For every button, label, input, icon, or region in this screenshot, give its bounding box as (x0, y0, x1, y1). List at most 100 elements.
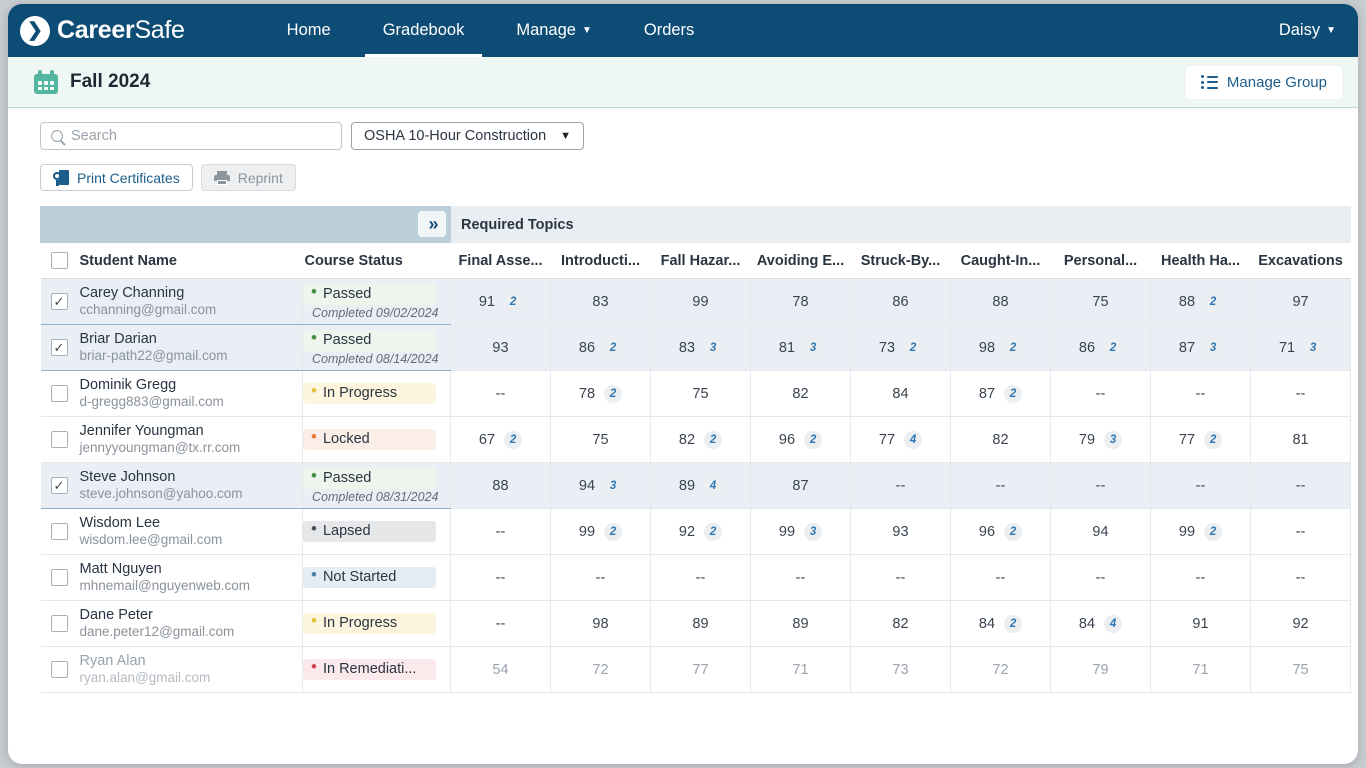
cell-score[interactable]: 75 (551, 417, 651, 463)
cell-score[interactable]: 713 (1251, 325, 1351, 371)
row-checkbox[interactable] (51, 569, 68, 586)
cell-score[interactable]: 81 (1251, 417, 1351, 463)
cell-score[interactable]: 82 (851, 601, 951, 647)
cell-score[interactable]: 772 (1151, 417, 1251, 463)
cell-score[interactable]: -- (1251, 463, 1351, 509)
header-topic-5[interactable]: Caught-In... (951, 243, 1051, 279)
cell-score[interactable]: -- (451, 509, 551, 555)
header-topic-6[interactable]: Personal... (1051, 243, 1151, 279)
search-box[interactable] (40, 122, 342, 150)
cell-score[interactable]: -- (451, 601, 551, 647)
row-checkbox[interactable] (51, 661, 68, 678)
cell-score[interactable]: 72 (551, 647, 651, 693)
header-topic-1[interactable]: Introducti... (551, 243, 651, 279)
cell-score[interactable]: -- (951, 463, 1051, 509)
cell-score[interactable]: -- (1051, 371, 1151, 417)
nav-item-gradebook[interactable]: Gradebook (357, 4, 491, 57)
header-topic-3[interactable]: Avoiding E... (751, 243, 851, 279)
cell-score[interactable]: 71 (1151, 647, 1251, 693)
select-all-checkbox[interactable] (51, 252, 68, 269)
cell-score[interactable]: 75 (1051, 279, 1151, 325)
cell-score[interactable]: 75 (1251, 647, 1351, 693)
gradebook-table-container[interactable]: » Required Topics Student Name Course St… (8, 206, 1358, 706)
cell-score[interactable]: 84 (851, 371, 951, 417)
cell-score[interactable]: 782 (551, 371, 651, 417)
manage-group-button[interactable]: Manage Group (1186, 66, 1342, 99)
cell-score[interactable]: -- (1051, 463, 1151, 509)
cell-score[interactable]: 86 (851, 279, 951, 325)
row-checkbox[interactable] (51, 523, 68, 540)
cell-score[interactable]: 862 (1051, 325, 1151, 371)
cell-score[interactable]: 872 (951, 371, 1051, 417)
cell-score[interactable]: 92 (1251, 601, 1351, 647)
cell-score[interactable]: -- (1151, 555, 1251, 601)
cell-score[interactable]: 77 (651, 647, 751, 693)
table-row[interactable]: Ryan Alanryan.alan@gmail.com•In Remediat… (41, 647, 1351, 693)
cell-score[interactable]: 943 (551, 463, 651, 509)
header-topic-0[interactable]: Final Asse... (451, 243, 551, 279)
cell-score[interactable]: -- (951, 555, 1051, 601)
cell-score[interactable]: 992 (1151, 509, 1251, 555)
cell-score[interactable]: 822 (651, 417, 751, 463)
table-row[interactable]: Dominik Greggd-gregg883@gmail.com•In Pro… (41, 371, 1351, 417)
header-topic-7[interactable]: Health Ha... (1151, 243, 1251, 279)
cell-score[interactable]: -- (451, 371, 551, 417)
cell-score[interactable]: 992 (551, 509, 651, 555)
cell-score[interactable]: -- (851, 555, 951, 601)
cell-score[interactable]: 71 (751, 647, 851, 693)
nav-item-home[interactable]: Home (261, 4, 357, 57)
row-checkbox[interactable] (51, 615, 68, 632)
cell-score[interactable]: 87 (751, 463, 851, 509)
cell-score[interactable]: 993 (751, 509, 851, 555)
reprint-button[interactable]: Reprint (201, 164, 296, 191)
cell-score[interactable]: 813 (751, 325, 851, 371)
cell-score[interactable]: 75 (651, 371, 751, 417)
cell-score[interactable]: 962 (951, 509, 1051, 555)
cell-score[interactable]: 54 (451, 647, 551, 693)
header-course-status[interactable]: Course Status (303, 243, 451, 279)
header-topic-8[interactable]: Excavations (1251, 243, 1351, 279)
nav-item-manage[interactable]: Manage ▼ (490, 4, 618, 57)
expand-columns-button[interactable]: » (418, 211, 446, 237)
cell-score[interactable]: 93 (851, 509, 951, 555)
cell-score[interactable]: -- (551, 555, 651, 601)
cell-score[interactable]: 962 (751, 417, 851, 463)
cell-score[interactable]: 88 (951, 279, 1051, 325)
cell-score[interactable]: 98 (551, 601, 651, 647)
header-student-name[interactable]: Student Name (41, 243, 303, 279)
row-checkbox[interactable]: ✓ (51, 477, 68, 494)
row-checkbox[interactable]: ✓ (51, 339, 68, 356)
cell-score[interactable]: 894 (651, 463, 751, 509)
cell-score[interactable]: 842 (951, 601, 1051, 647)
header-topic-4[interactable]: Struck-By... (851, 243, 951, 279)
cell-score[interactable]: -- (1151, 371, 1251, 417)
cell-score[interactable]: 793 (1051, 417, 1151, 463)
cell-score[interactable]: 83 (551, 279, 651, 325)
cell-score[interactable]: 833 (651, 325, 751, 371)
cell-score[interactable]: 94 (1051, 509, 1151, 555)
table-row[interactable]: Jennifer Youngmanjennyyoungman@tx.rr.com… (41, 417, 1351, 463)
row-checkbox[interactable] (51, 431, 68, 448)
cell-score[interactable]: 78 (751, 279, 851, 325)
cell-score[interactable]: 89 (751, 601, 851, 647)
table-row[interactable]: ✓Steve Johnsonsteve.johnson@yahoo.com•Pa… (41, 463, 1351, 509)
table-row[interactable]: Wisdom Leewisdom.lee@gmail.com•Lapsed--9… (41, 509, 1351, 555)
table-row[interactable]: Matt Nguyenmhnemail@nguyenweb.com•Not St… (41, 555, 1351, 601)
cell-score[interactable]: -- (451, 555, 551, 601)
cell-score[interactable]: 93 (451, 325, 551, 371)
cell-score[interactable]: 99 (651, 279, 751, 325)
course-select[interactable]: OSHA 10-Hour Construction ▼ (351, 122, 584, 150)
row-checkbox[interactable]: ✓ (51, 293, 68, 310)
cell-score[interactable]: 862 (551, 325, 651, 371)
cell-score[interactable]: -- (751, 555, 851, 601)
cell-score[interactable]: -- (851, 463, 951, 509)
cell-score[interactable]: 922 (651, 509, 751, 555)
cell-score[interactable]: 882 (1151, 279, 1251, 325)
cell-score[interactable]: 844 (1051, 601, 1151, 647)
row-checkbox[interactable] (51, 385, 68, 402)
cell-score[interactable]: -- (1051, 555, 1151, 601)
cell-score[interactable]: 88 (451, 463, 551, 509)
cell-score[interactable]: 73 (851, 647, 951, 693)
cell-score[interactable]: 82 (751, 371, 851, 417)
cell-score[interactable]: 672 (451, 417, 551, 463)
